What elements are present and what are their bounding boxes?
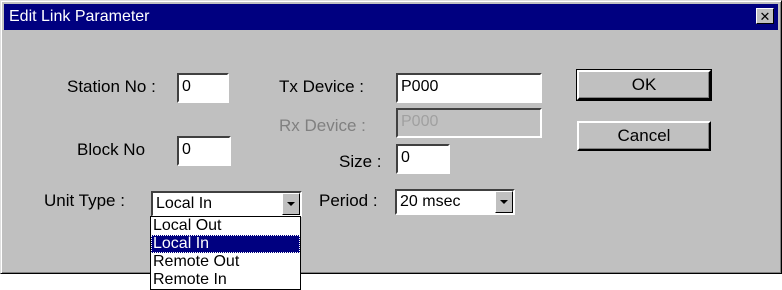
tx-device-label: Tx Device : — [279, 77, 365, 96]
unit-type-dropdown-list: Local Out Local In Remote Out Remote In — [150, 216, 301, 290]
period-select[interactable]: 20 msec — [395, 189, 515, 215]
period-value: 20 msec — [400, 193, 461, 210]
unit-type-option-remote-out[interactable]: Remote Out — [151, 253, 300, 271]
chevron-down-icon — [500, 200, 508, 204]
size-field[interactable]: 0 — [396, 144, 450, 174]
size-label: Size : — [339, 152, 382, 171]
cancel-button[interactable]: Cancel — [577, 121, 711, 151]
title-bar: Edit Link Parameter ✕ — [4, 4, 778, 30]
unit-type-option-local-out[interactable]: Local Out — [151, 217, 300, 235]
unit-type-option-local-in[interactable]: Local In — [151, 235, 300, 253]
rx-device-field: P000 — [396, 108, 542, 138]
period-dropdown-button[interactable] — [495, 191, 513, 213]
tx-device-field[interactable]: P000 — [396, 73, 542, 103]
block-no-label: Block No — [77, 140, 146, 159]
window-title: Edit Link Parameter — [9, 8, 150, 25]
ok-button[interactable]: OK — [576, 69, 712, 101]
unit-type-dropdown-button[interactable] — [282, 193, 300, 215]
period-label: Period : — [319, 191, 378, 210]
block-no-field[interactable]: 0 — [177, 136, 231, 166]
close-button[interactable]: ✕ — [756, 8, 774, 24]
rx-device-label: Rx Device : — [279, 116, 366, 135]
station-no-field[interactable]: 0 — [177, 73, 229, 103]
unit-type-select[interactable]: Local In — [151, 191, 302, 217]
edit-link-parameter-dialog: Edit Link Parameter ✕ Station No : 0 Blo… — [0, 0, 782, 274]
unit-type-label: Unit Type : — [44, 191, 125, 210]
unit-type-option-remote-in[interactable]: Remote In — [151, 271, 300, 289]
close-icon: ✕ — [759, 8, 771, 24]
chevron-down-icon — [287, 202, 295, 206]
unit-type-value: Local In — [156, 195, 213, 212]
station-no-label: Station No : — [67, 77, 156, 96]
